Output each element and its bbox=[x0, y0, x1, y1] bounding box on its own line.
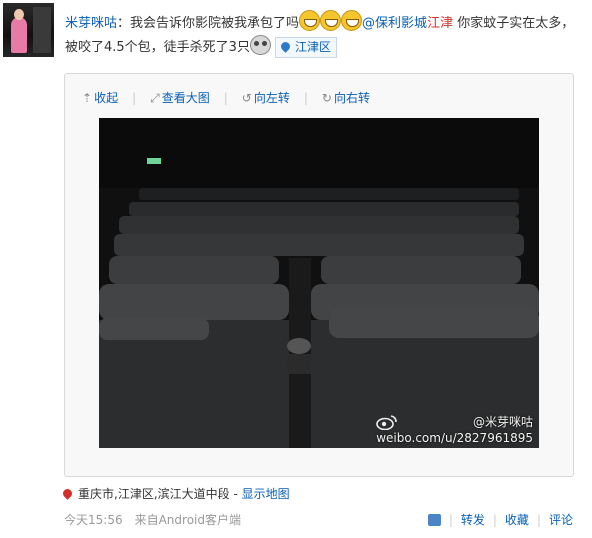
comment-button[interactable]: 评论 bbox=[549, 513, 573, 527]
like-icon[interactable] bbox=[427, 514, 441, 526]
owl-emoji bbox=[249, 35, 271, 55]
rotate-left-link[interactable]: ↺ 向左转 bbox=[242, 91, 290, 105]
laugh-emoji bbox=[299, 10, 321, 31]
rotate-right-icon: ↻ bbox=[321, 91, 332, 105]
post-text: 米芽咪咕：我会告诉你影院被我承包了吗 @保利影城江津 你家蚊子实在太多，被咬了4.… bbox=[65, 10, 580, 59]
rotate-right-link[interactable]: ↻ 向右转 bbox=[322, 91, 370, 105]
geo-location: 重庆市,江津区,滨江大道中段 - 显示地图 bbox=[61, 485, 290, 502]
theater-seats-image bbox=[99, 118, 539, 448]
post-photo[interactable]: @米芽咪咕 weibo.com/u/2827961895 bbox=[99, 118, 539, 448]
avatar[interactable] bbox=[3, 3, 54, 57]
post-source[interactable]: 来自Android客户端 bbox=[135, 513, 241, 527]
repost-button[interactable]: 转发 bbox=[461, 513, 485, 527]
favorite-button[interactable]: 收藏 bbox=[505, 513, 529, 527]
collapse-icon: ⇡ bbox=[82, 91, 93, 105]
post-time[interactable]: 今天15:56 bbox=[64, 513, 123, 527]
media-toolbar: ⇡ 收起 | ⤢ 查看大图 | ↺ 向左转 | ↻ 向右转 bbox=[82, 91, 370, 105]
map-pin-icon bbox=[279, 40, 292, 53]
view-large-link[interactable]: ⤢ 查看大图 bbox=[150, 91, 210, 105]
mention-link[interactable]: @保利影城江津 bbox=[362, 16, 453, 31]
rotate-left-icon: ↺ bbox=[241, 91, 252, 105]
weibo-logo-icon bbox=[376, 415, 398, 430]
show-map-link[interactable]: 显示地图 bbox=[242, 487, 290, 501]
laugh-emoji bbox=[320, 10, 342, 31]
address-text: 重庆市,江津区,滨江大道中段 bbox=[78, 487, 230, 501]
post-actions: | 转发 | 收藏 | 评论 bbox=[427, 511, 573, 528]
author-name[interactable]: 米芽咪咕 bbox=[65, 16, 117, 31]
photo-watermark: @米芽咪咕 weibo.com/u/2827961895 bbox=[376, 415, 533, 445]
enlarge-icon: ⤢ bbox=[150, 91, 160, 105]
colon: ： bbox=[117, 16, 131, 31]
laugh-emoji bbox=[341, 10, 363, 31]
post-footer: 今天15:56 来自Android客户端 | 转发 | 收藏 | 评论 bbox=[64, 511, 576, 528]
collapse-link[interactable]: ⇡ 收起 bbox=[82, 91, 118, 105]
location-tag[interactable]: 江津区 bbox=[274, 37, 337, 58]
post-body-1: 我会告诉你影院被我承包了吗 bbox=[130, 16, 300, 31]
location-pin-icon bbox=[61, 487, 74, 500]
